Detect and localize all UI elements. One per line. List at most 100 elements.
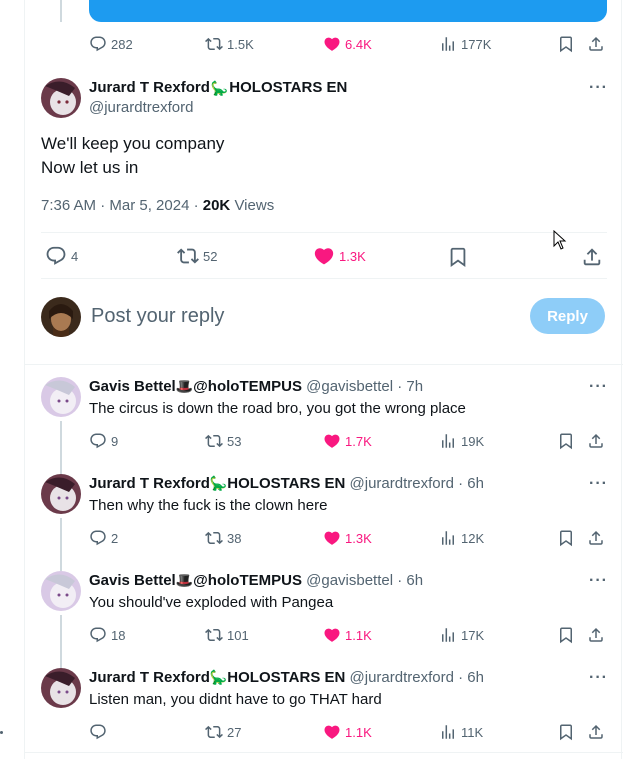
share-button[interactable] — [586, 528, 606, 548]
like-count: 1.1K — [345, 724, 372, 740]
like-button[interactable]: 1.1K — [323, 625, 372, 645]
reply-count: 9 — [111, 433, 119, 449]
reply-button[interactable]: 9 — [89, 431, 118, 451]
share-button[interactable] — [581, 246, 603, 268]
avatar[interactable] — [41, 571, 81, 611]
reply-author[interactable]: Gavis Bettel🎩@holoTEMPUS @gavisbettel · … — [89, 378, 423, 395]
reply-input[interactable]: Post your reply — [91, 305, 224, 328]
share-icon — [587, 529, 605, 547]
like-button[interactable]: 1.7K — [323, 431, 372, 451]
avatar-jurard — [41, 78, 81, 118]
share-button[interactable] — [586, 625, 606, 645]
reply-author-name: Gavis Bettel — [89, 378, 176, 395]
like-button[interactable]: 1.3K — [313, 246, 366, 266]
retweet-button[interactable]: 101 — [205, 625, 249, 645]
like-button[interactable]: 6.4K — [323, 34, 372, 54]
bookmark-icon — [557, 529, 575, 547]
tweet-text-line-1: We'll keep you company — [41, 134, 225, 153]
share-button[interactable] — [586, 431, 606, 451]
reply-author[interactable]: Gavis Bettel🎩@holoTEMPUS @gavisbettel · … — [89, 572, 423, 589]
author-name[interactable]: Jurard T Rexford 🦕 HOLOSTARS EN — [89, 79, 347, 96]
retweet-button[interactable]: 1.5K — [205, 34, 254, 54]
more-icon[interactable]: ··· — [589, 475, 608, 493]
bookmark-icon — [447, 246, 469, 268]
avatar[interactable] — [41, 668, 81, 708]
reply-handle: @jurardtrexford · 6h — [345, 475, 484, 492]
views-button[interactable]: 11K — [439, 722, 483, 742]
retweet-count: 52 — [203, 248, 218, 264]
reply-author-suffix: HOLOSTARS EN — [227, 475, 346, 492]
views-button[interactable]: 177K — [439, 34, 491, 54]
reply-handle: @gavisbettel · 7h — [301, 378, 424, 395]
author-name-suffix: HOLOSTARS EN — [229, 79, 348, 96]
like-button[interactable]: 1.3K — [323, 528, 372, 548]
views-icon — [439, 35, 457, 53]
reply-author-name: Jurard T Rexford — [89, 669, 210, 686]
timestamp[interactable]: 7:36 AM · Mar 5, 2024 · — [41, 197, 203, 214]
reply-author-suffix: @holoTEMPUS — [193, 572, 302, 589]
avatar-image — [41, 474, 81, 514]
retweet-count: 53 — [227, 433, 242, 449]
heart-icon — [323, 35, 341, 53]
views-button[interactable]: 19K — [439, 431, 484, 451]
bookmark-button[interactable] — [556, 625, 576, 645]
retweet-count: 101 — [227, 627, 249, 643]
reply-button[interactable]: 282 — [89, 34, 133, 54]
more-icon[interactable]: ··· — [589, 378, 608, 396]
views-count: 17K — [461, 627, 485, 643]
retweet-button[interactable]: 53 — [205, 431, 241, 451]
more-icon[interactable]: ··· — [589, 572, 608, 590]
like-count: 1.7K — [345, 433, 372, 449]
avatar[interactable] — [41, 297, 81, 337]
heart-icon — [313, 245, 335, 267]
reply-button[interactable]: 2 — [89, 528, 118, 548]
heart-icon — [323, 626, 341, 644]
reply-text: Then why the fuck is the clown here — [89, 497, 328, 514]
reply-author-emoji: 🦕 — [209, 475, 228, 491]
retweet-button[interactable]: 27 — [205, 722, 241, 742]
share-button[interactable] — [586, 34, 606, 54]
retweet-button[interactable]: 38 — [205, 528, 241, 548]
share-button[interactable] — [586, 722, 606, 742]
retweet-icon — [205, 723, 223, 741]
reply-icon — [45, 245, 67, 267]
bookmark-button[interactable] — [556, 34, 576, 54]
author-handle[interactable]: @jurardtrexford — [89, 99, 193, 116]
reply-author[interactable]: Jurard T Rexford🦕HOLOSTARS EN @jurardtre… — [89, 669, 484, 686]
reply-icon — [89, 626, 107, 644]
bookmark-button[interactable] — [447, 246, 469, 268]
more-icon[interactable]: ··· — [589, 79, 608, 97]
like-count: 6.4K — [345, 36, 372, 52]
avatar[interactable] — [41, 78, 81, 118]
views-count: 20K — [202, 197, 231, 214]
share-icon — [587, 723, 605, 741]
avatar[interactable] — [41, 474, 81, 514]
views-icon — [439, 626, 457, 644]
bookmark-button[interactable] — [556, 722, 576, 742]
views-icon — [439, 432, 457, 450]
views-count: 11K — [461, 724, 484, 740]
share-icon — [587, 432, 605, 450]
avatar[interactable] — [41, 377, 81, 417]
views-button[interactable]: 17K — [439, 625, 484, 645]
reply-icon — [89, 529, 107, 547]
views-count: 177K — [461, 36, 492, 52]
bookmark-button[interactable] — [556, 431, 576, 451]
avatar-image — [41, 668, 81, 708]
reply-count: 4 — [71, 248, 79, 264]
reply-author[interactable]: Jurard T Rexford🦕HOLOSTARS EN @jurardtre… — [89, 475, 484, 492]
bookmark-button[interactable] — [556, 528, 576, 548]
reply-button[interactable]: 18 — [89, 625, 125, 645]
like-count: 1.3K — [345, 530, 372, 546]
reply-submit-button[interactable]: Reply — [530, 298, 605, 334]
views-button[interactable]: 12K — [439, 528, 484, 548]
reply-button[interactable] — [89, 722, 111, 742]
more-icon[interactable]: ··· — [589, 669, 608, 687]
bookmark-icon — [557, 723, 575, 741]
retweet-button[interactable]: 52 — [177, 246, 217, 266]
quoted-media-card[interactable] — [89, 0, 607, 22]
views-label: Views — [230, 197, 275, 214]
reply-text: You should've exploded with Pangea — [89, 594, 334, 611]
reply-button[interactable]: 4 — [45, 246, 78, 266]
like-button[interactable]: 1.1K — [323, 722, 372, 742]
